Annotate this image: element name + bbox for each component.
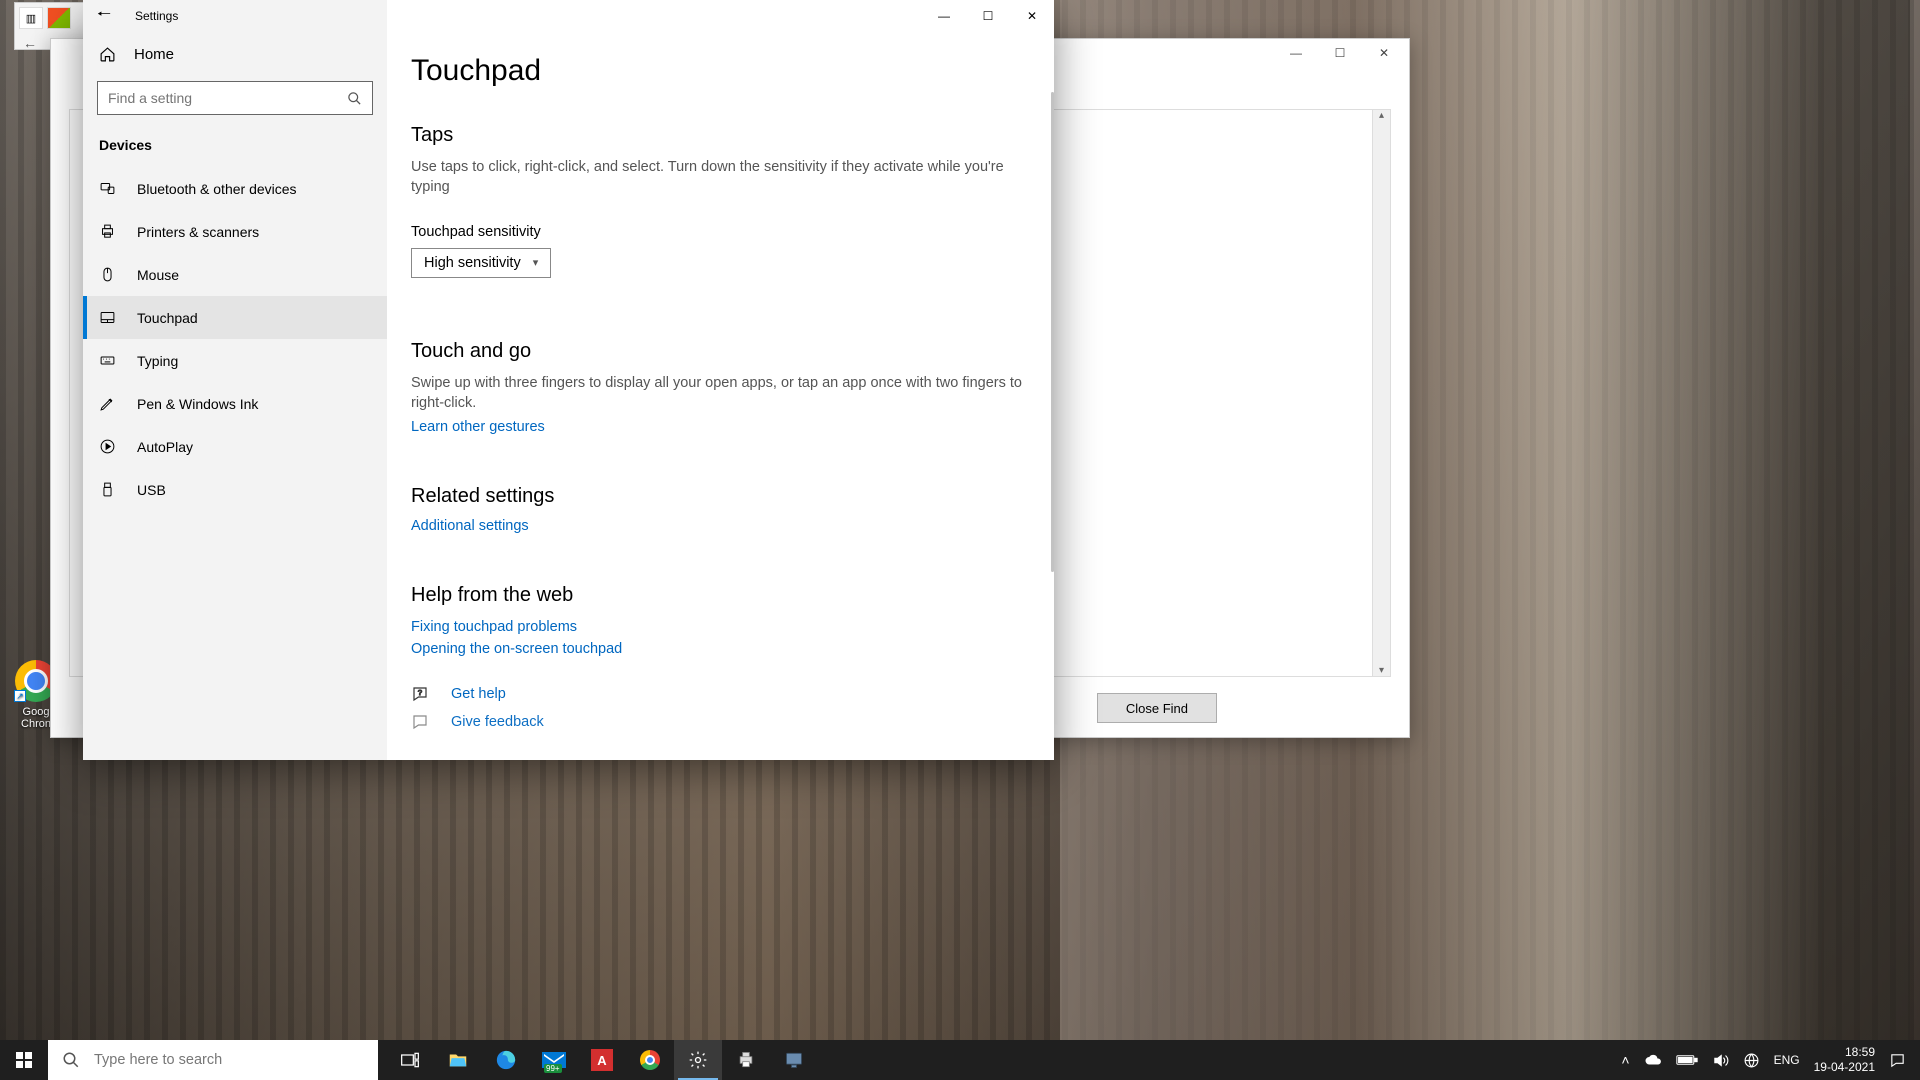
svg-text:?: ?	[418, 688, 422, 697]
sidebar-item-mouse[interactable]: Mouse	[83, 253, 387, 296]
sidebar-item-printers[interactable]: Printers & scanners	[83, 210, 387, 253]
windows-icon	[16, 1052, 32, 1068]
close-button[interactable]: ✕	[1010, 0, 1054, 32]
maximize-button[interactable]: ☐	[1319, 41, 1361, 65]
taskbar-app-mail[interactable]: 99+	[530, 1040, 578, 1080]
pen-icon	[99, 395, 117, 412]
sidebar-item-touchpad[interactable]: Touchpad	[83, 296, 387, 339]
usb-icon	[99, 481, 117, 498]
taskbar-app-acrobat[interactable]: A	[578, 1040, 626, 1080]
tray-time: 18:59	[1814, 1045, 1875, 1060]
chevron-down-icon: ▾	[533, 256, 539, 269]
tray-language[interactable]: ENG	[1774, 1053, 1800, 1067]
touchpad-icon	[99, 309, 117, 326]
tray-volume-icon[interactable]	[1712, 1052, 1729, 1069]
sidebar-item-label: AutoPlay	[137, 439, 193, 455]
give-feedback-link[interactable]: Give feedback	[451, 714, 544, 730]
help-link-onscreen[interactable]: Opening the on-screen touchpad	[411, 641, 1030, 657]
sidebar-item-pen[interactable]: Pen & Windows Ink	[83, 382, 387, 425]
sidebar-item-label: Mouse	[137, 267, 179, 283]
section-help-heading: Help from the web	[411, 584, 1030, 607]
tray-battery-icon[interactable]	[1676, 1054, 1698, 1066]
taskbar-app-monitor[interactable]	[770, 1040, 818, 1080]
sidebar-home-label: Home	[134, 46, 174, 63]
tray-onedrive-icon[interactable]	[1644, 1053, 1662, 1067]
tray-clock[interactable]: 18:59 19-04-2021	[1814, 1045, 1875, 1075]
settings-window: 🠐 Settings Home Devices Bluetooth & othe…	[83, 0, 1054, 760]
browser-tab[interactable]: ▥	[19, 7, 43, 29]
sidebar-item-label: USB	[137, 482, 166, 498]
browser-back-icon[interactable]: ←	[23, 35, 37, 51]
minimize-button[interactable]: —	[922, 0, 966, 32]
search-icon	[62, 1051, 80, 1069]
taskbar: Type here to search 99+ A	[0, 1040, 1920, 1080]
section-touchgo-text: Swipe up with three fingers to display a…	[411, 373, 1030, 414]
sidebar-item-label: Printers & scanners	[137, 224, 259, 240]
home-icon	[99, 46, 116, 63]
taskbar-app-explorer[interactable]	[434, 1040, 482, 1080]
sidebar-item-usb[interactable]: USB	[83, 468, 387, 511]
back-button[interactable]: 🠐	[97, 3, 111, 30]
section-taps-heading: Taps	[411, 124, 1030, 147]
sidebar-item-label: Bluetooth & other devices	[137, 181, 297, 197]
close-button[interactable]: ✕	[1363, 41, 1405, 65]
scrollbar[interactable]	[1051, 92, 1054, 572]
window-title: Settings	[135, 9, 178, 23]
taskbar-app-chrome[interactable]	[626, 1040, 674, 1080]
taskbar-search-placeholder: Type here to search	[94, 1052, 222, 1068]
learn-gestures-link[interactable]: Learn other gestures	[411, 419, 1030, 435]
taskbar-search[interactable]: Type here to search	[48, 1040, 378, 1080]
taskbar-app-edge[interactable]	[482, 1040, 530, 1080]
settings-search[interactable]	[97, 81, 373, 115]
sidebar-item-label: Pen & Windows Ink	[137, 396, 258, 412]
mail-badge: 99+	[544, 1064, 562, 1073]
sensitivity-dropdown[interactable]: High sensitivity ▾	[411, 248, 551, 278]
browser-tab[interactable]	[47, 7, 71, 29]
get-help-link[interactable]: Get help	[451, 686, 506, 702]
task-view-button[interactable]	[386, 1040, 434, 1080]
settings-main: — ☐ ✕ Touchpad Taps Use taps to click, r…	[387, 0, 1054, 760]
tray-date: 19-04-2021	[1814, 1060, 1875, 1075]
tray-network-icon[interactable]	[1743, 1052, 1760, 1069]
start-button[interactable]	[0, 1040, 48, 1080]
tray-chevron-up-icon[interactable]: ˄	[1621, 1052, 1629, 1068]
mouse-icon	[99, 266, 117, 283]
bluetooth-icon	[99, 180, 117, 197]
minimize-button[interactable]: —	[1275, 41, 1317, 65]
printer-icon	[99, 223, 117, 240]
sidebar-home[interactable]: Home	[83, 32, 387, 77]
taskbar-app-settings[interactable]	[674, 1040, 722, 1080]
sidebar-item-typing[interactable]: Typing	[83, 339, 387, 382]
scrollbar[interactable]: ▴▾	[1372, 110, 1390, 676]
keyboard-icon	[99, 352, 117, 369]
help-link-fixing[interactable]: Fixing touchpad problems	[411, 619, 1030, 635]
additional-settings-link[interactable]: Additional settings	[411, 518, 1030, 534]
dropdown-value: High sensitivity	[424, 255, 521, 271]
tray-notifications-icon[interactable]	[1889, 1052, 1906, 1069]
taskbar-app-printer[interactable]	[722, 1040, 770, 1080]
section-touchgo-heading: Touch and go	[411, 340, 1030, 363]
sidebar-item-bluetooth[interactable]: Bluetooth & other devices	[83, 167, 387, 210]
sidebar-item-label: Typing	[137, 353, 178, 369]
feedback-icon	[411, 713, 429, 731]
sidebar-item-autoplay[interactable]: AutoPlay	[83, 425, 387, 468]
sensitivity-label: Touchpad sensitivity	[411, 224, 1030, 240]
system-tray: ˄ ENG 18:59 19-04-2021	[1621, 1045, 1920, 1075]
autoplay-icon	[99, 438, 117, 455]
search-icon	[347, 91, 362, 106]
sidebar-section-title: Devices	[83, 129, 387, 167]
section-related-heading: Related settings	[411, 485, 1030, 508]
close-find-button[interactable]: Close Find	[1097, 693, 1217, 723]
page-title: Touchpad	[411, 54, 1030, 88]
sidebar-item-label: Touchpad	[137, 310, 198, 326]
get-help-icon: ?	[411, 685, 429, 703]
settings-sidebar: 🠐 Settings Home Devices Bluetooth & othe…	[83, 0, 387, 760]
section-taps-text: Use taps to click, right-click, and sele…	[411, 157, 1030, 198]
search-input[interactable]	[108, 90, 347, 106]
maximize-button[interactable]: ☐	[966, 0, 1010, 32]
